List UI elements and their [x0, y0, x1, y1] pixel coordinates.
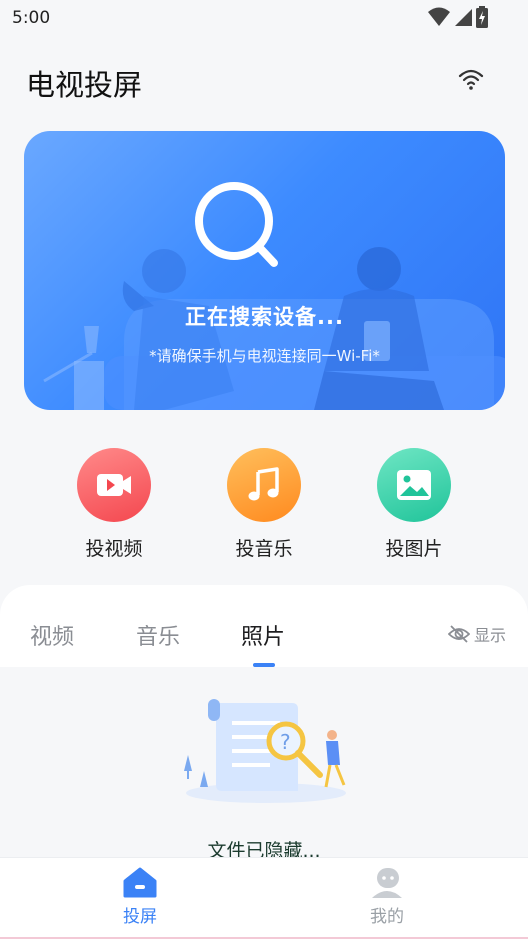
- music-note-icon: [227, 448, 301, 522]
- nav-label-cast: 投屏: [123, 907, 157, 927]
- status-time: 5:00: [12, 8, 51, 28]
- battery-icon: [476, 6, 488, 28]
- show-toggle-button[interactable]: 显示: [447, 622, 506, 646]
- cast-video-button[interactable]: 投视频: [59, 448, 169, 561]
- show-toggle-label: 显示: [473, 626, 506, 645]
- search-banner[interactable]: 正在搜索设备... *请确保手机与电视连接同一Wi-Fi*: [24, 131, 505, 410]
- wifi-icon: [428, 7, 450, 26]
- cast-photo-label: 投图片: [385, 538, 443, 560]
- svg-text:?: ?: [280, 730, 291, 754]
- cast-music-button[interactable]: 投音乐: [209, 448, 319, 561]
- wifi-hint-text: *请确保手机与电视连接同一Wi-Fi*: [149, 347, 380, 365]
- status-icons: [428, 6, 488, 28]
- empty-state-illustration: ?: [184, 699, 346, 803]
- eye-off-icon: [447, 625, 470, 643]
- header: 电视投屏: [0, 56, 528, 108]
- user-icon: [372, 868, 402, 898]
- media-tabs: 视频 音乐 照片 显示: [0, 585, 528, 667]
- tab-video[interactable]: 视频: [30, 619, 74, 651]
- wifi-icon[interactable]: [458, 66, 484, 92]
- search-status-text: 正在搜索设备...: [185, 305, 344, 329]
- signal-icon: [455, 9, 472, 26]
- search-icon: [195, 182, 278, 267]
- tab-photo[interactable]: 照片: [241, 619, 285, 651]
- cast-photo-button[interactable]: 投图片: [359, 448, 469, 561]
- video-icon: [77, 448, 151, 522]
- nav-label-mine: 我的: [370, 907, 404, 927]
- nav-item-cast[interactable]: 投屏: [80, 866, 200, 927]
- tab-music[interactable]: 音乐: [136, 619, 180, 651]
- cast-music-label: 投音乐: [235, 538, 293, 560]
- quick-actions: 投视频 投音乐 投图片: [0, 448, 528, 561]
- status-bar: 5:00: [0, 0, 528, 36]
- image-icon: [377, 448, 451, 522]
- cast-video-label: 投视频: [85, 538, 143, 560]
- nav-item-mine[interactable]: 我的: [327, 866, 447, 927]
- home-icon: [123, 867, 157, 898]
- page-title: 电视投屏: [26, 68, 143, 102]
- bottom-nav: 投屏 我的: [0, 857, 528, 939]
